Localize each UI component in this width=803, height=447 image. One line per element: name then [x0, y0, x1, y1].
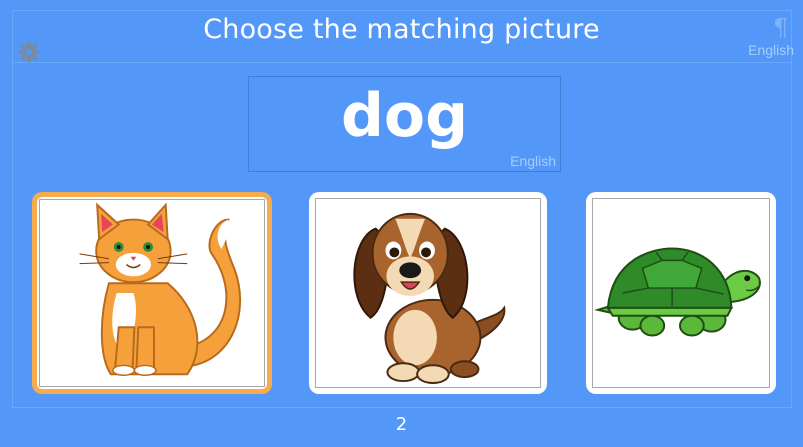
- page-title: Choose the matching picture: [203, 14, 600, 45]
- dog-image: [353, 212, 506, 385]
- cat-image: [79, 202, 242, 376]
- choice-card-cat[interactable]: [32, 192, 272, 394]
- word-language-label[interactable]: English: [510, 153, 556, 169]
- turtle-image: [594, 247, 761, 337]
- choice-card-dog[interactable]: [309, 192, 547, 394]
- choice-image-frame: [592, 198, 770, 388]
- page-number: 2: [395, 414, 408, 435]
- header-divider: [12, 62, 792, 63]
- target-word-box: dog English: [248, 76, 561, 172]
- gear-icon[interactable]: [17, 40, 41, 64]
- header-language-label[interactable]: English: [748, 42, 794, 58]
- choice-card-turtle[interactable]: [586, 192, 776, 394]
- target-word: dog: [340, 81, 469, 151]
- choice-image-frame: [39, 199, 265, 387]
- pilcrow-icon[interactable]: ¶: [773, 14, 788, 42]
- choice-image-frame: [315, 198, 541, 388]
